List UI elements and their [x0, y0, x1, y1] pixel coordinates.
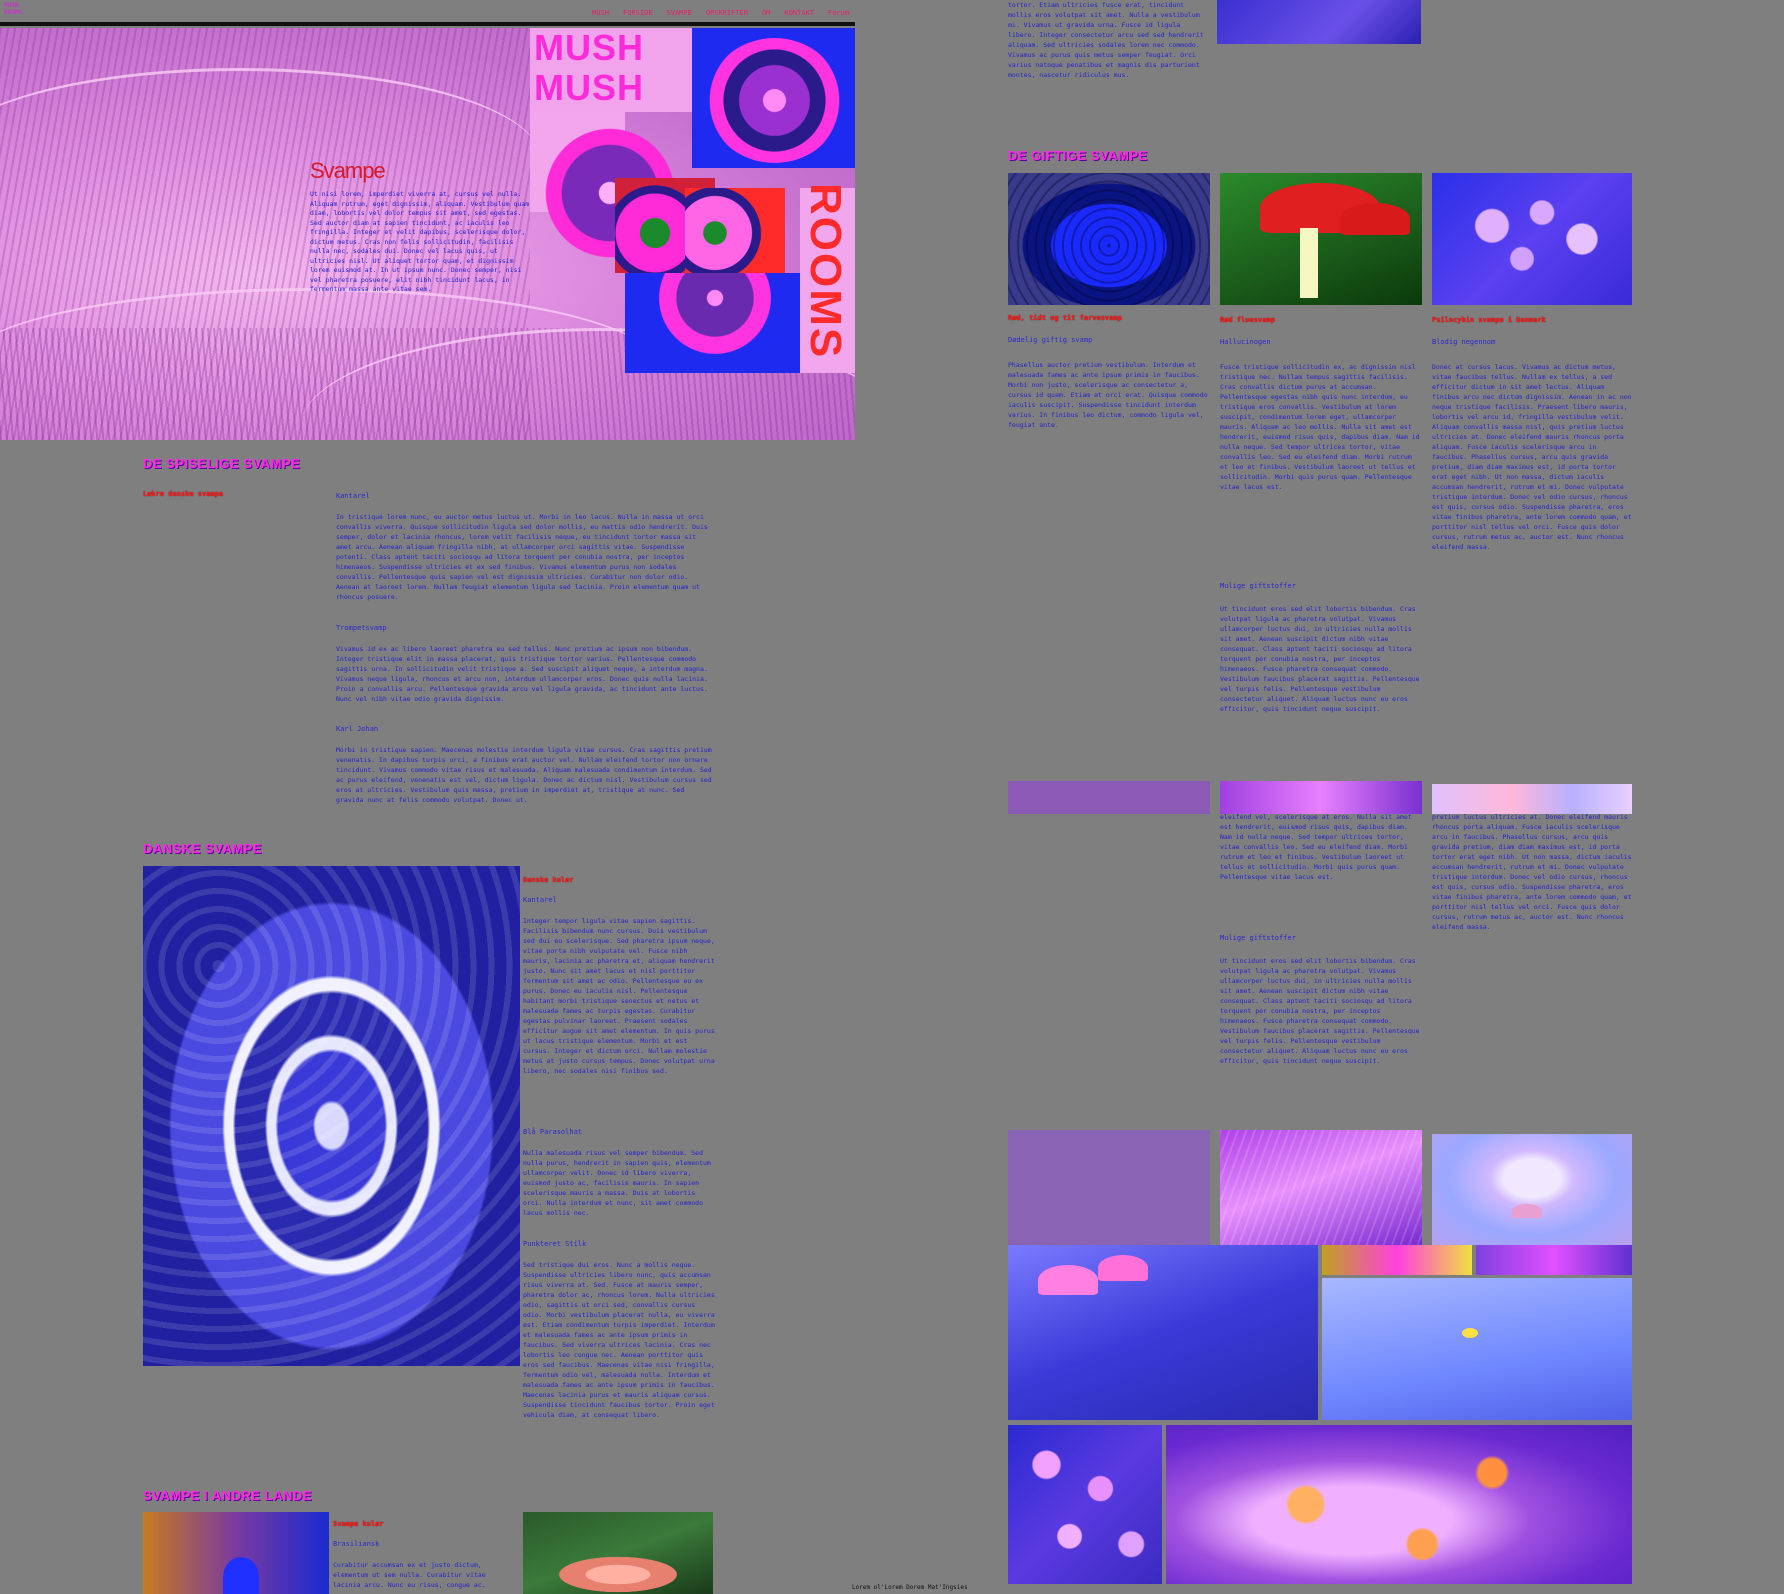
top-nav: MUSH ROOMS MUSH FORSIDE SVAMPE OPSKRIFTE…: [0, 0, 855, 26]
nav-link-mush[interactable]: MUSH: [592, 9, 609, 17]
danske-label-3: Punkteret Stilk: [523, 1240, 587, 1248]
collage-tile-red2: [685, 188, 785, 273]
danske-label-2: Blå Parasolhat: [523, 1128, 583, 1136]
giftig-col1-para: Phasellus auctor pretium vestibulum. Int…: [1008, 361, 1208, 429]
andre-heading: SVAMPE I ANDRE LANDE: [143, 1488, 312, 1503]
hero-brand-line-2: MUSH: [534, 67, 644, 108]
giftig-col2-para-2: Ut tincidunt eros sed elit lobortis bibe…: [1220, 605, 1420, 713]
hero-brand-line-1: MUSH: [534, 28, 644, 68]
giftig-row2-photo-2: [1220, 781, 1422, 814]
hero-rooms-vertical: ROOMS: [801, 183, 850, 360]
giftig-photo-1: [1008, 173, 1210, 305]
giftig-col1-label: Dødelig giftig svamp: [1008, 336, 1093, 344]
giftig-col1-title: Rød, tidt og tit farvesvamp: [1008, 314, 1122, 322]
giftig-row2-col2-label: Mulige giftstoffer: [1220, 934, 1296, 942]
giftig-col2-title: Rød fluesvamp: [1220, 316, 1275, 324]
nav-link-opskrifter[interactable]: OPSKRIFTER: [706, 9, 748, 17]
spiselige-para-2: Vivamus id ex ac libero laoreet pharetra…: [336, 645, 708, 703]
footer-note: Lorem ol'Lorem Dorem Mat'Ingsies: [852, 1584, 968, 1591]
giftig-col2-para: Fusce tristique sollicitudin ex, ac dign…: [1220, 363, 1420, 491]
gallery-tile-8: [1008, 1425, 1162, 1584]
giftig-row2-col2-para: eleifend vel, scelerisque at eros. Nulla…: [1220, 813, 1412, 881]
spiselige-para-3: Morbi in tristique sapien. Maecenas mole…: [336, 746, 712, 804]
spiselige-para-1: In tristique lorem nunc, eu auctor metus…: [336, 513, 708, 601]
spiselige-label-1: Kantarel: [336, 492, 370, 500]
giftig-col3-label: Blodig negennom: [1432, 338, 1496, 346]
nav-link-svampe[interactable]: SVAMPE: [667, 9, 692, 17]
andre-photo-2: [523, 1512, 713, 1594]
giftig-photo-2: [1220, 173, 1422, 305]
nav-links: MUSH FORSIDE SVAMPE OPSKRIFTER OM KONTAK…: [592, 9, 849, 17]
nav-link-forside[interactable]: FORSIDE: [623, 9, 653, 17]
logo-line-1: MUSH: [4, 2, 19, 9]
spiselige-label-2: Trompetsvamp: [336, 624, 387, 632]
gallery-tile-5: [1322, 1245, 1472, 1275]
giftig-col3-title: Psilocybin svampe i Danmark: [1432, 316, 1546, 324]
collage-tile-cap-top: [692, 28, 855, 168]
giftig-col2-label: Hallucinogen: [1220, 338, 1271, 346]
basket-photo: [143, 866, 520, 1366]
spiselige-subtitle: Lækre danske svampe: [143, 490, 224, 498]
giftig-row2-photo-1: [1008, 781, 1210, 814]
right-top-photo: [1217, 0, 1421, 44]
andre-para-1: Curabitur accumsan ex et justo dictum, e…: [333, 1561, 486, 1589]
gallery-tile-3: [1432, 1134, 1632, 1245]
hero-intro-text: Ut nisi lorem, imperdiet viverra at, cur…: [310, 190, 530, 293]
nav-link-kontakt[interactable]: KONTAKT: [784, 9, 814, 17]
logo-line-2: ROOMS: [4, 9, 23, 16]
giftig-col2-label-2: Mulige giftstoffer: [1220, 582, 1296, 590]
right-top-para: tortor. Etiam ultricies fusce erat, tinc…: [1008, 1, 1204, 79]
giftig-photo-3: [1432, 173, 1632, 305]
spiselige-label-3: Karl Johan: [336, 725, 379, 733]
giftige-heading: DE GIFTIGE SVAMPE: [1008, 148, 1148, 163]
site-logo[interactable]: MUSH ROOMS: [4, 2, 22, 16]
danske-label-1: Kantarel: [523, 896, 557, 904]
giftig-row2-photo-3: [1432, 784, 1632, 814]
giftig-row2-col3-para: pretium luctus ultricies at. Donec eleif…: [1432, 813, 1632, 931]
spiselige-heading: DE SPISELIGE SVAMPE: [143, 456, 301, 471]
danske-heading: DANSKE SVAMPE: [143, 841, 262, 856]
andre-subtitle: Svampe kulør: [333, 1520, 384, 1528]
danske-subtitle: Danske kulør: [523, 876, 574, 884]
nav-link-forum[interactable]: Forum: [828, 9, 849, 17]
danske-para-3: Sed tristique dui eros. Nunc a mollis ne…: [523, 1261, 715, 1419]
gallery-tile-9: [1166, 1425, 1632, 1584]
danske-para-2: Nulla malesuada risus vel semper bibendu…: [523, 1149, 711, 1217]
andre-photo-1: [143, 1512, 329, 1594]
giftig-row2-col2-para-2: Ut tincidunt eros sed elit lobortis bibe…: [1220, 957, 1420, 1065]
gallery-tile-6: [1476, 1245, 1632, 1275]
hero-brand-block: MUSH MUSH: [530, 28, 692, 112]
giftig-col3-para: Donec at cursus lacus. Vivamus ac dictum…: [1432, 363, 1632, 551]
hero-title: Svampe: [310, 158, 386, 183]
gallery-tile-2: [1220, 1130, 1422, 1245]
gallery-tile-4: [1008, 1245, 1318, 1420]
gallery-tile-7: [1322, 1278, 1632, 1420]
andre-label-1: Brasiliansk: [333, 1540, 380, 1548]
hero-banner: MUSH MUSH ROOMS Svampe Ut nisi lorem, im…: [0, 28, 855, 440]
nav-link-om[interactable]: OM: [762, 9, 770, 17]
danske-para-1: Integer tempor ligula vitae sapien sagit…: [523, 917, 715, 1075]
gallery-tile-1: [1008, 1130, 1210, 1245]
collage-tile-cap-bottom: [625, 273, 805, 373]
